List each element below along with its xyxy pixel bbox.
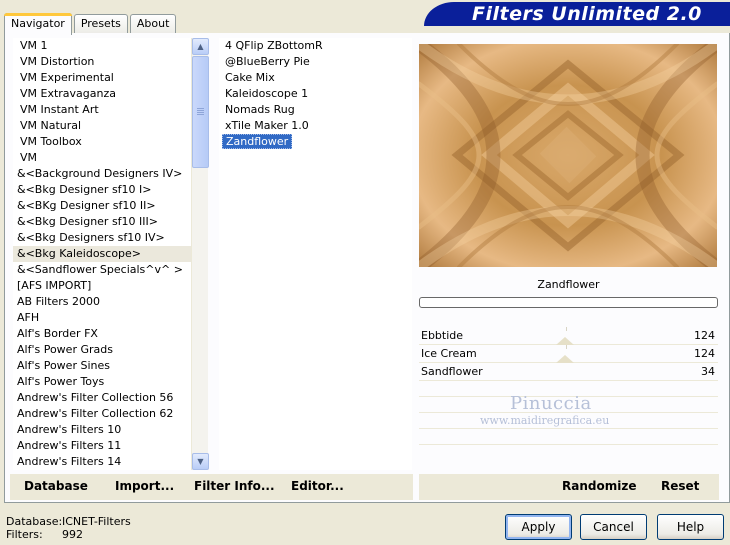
tab-bar: Navigator Presets About: [3, 12, 178, 35]
randomize-button[interactable]: Randomize: [562, 479, 636, 493]
filter-item-label: xTile Maker 1.0: [225, 119, 309, 132]
watermark-url: www.maidiregrafica.eu: [480, 414, 610, 427]
cancel-button[interactable]: Cancel: [580, 514, 647, 540]
watermark-name: Pinuccia: [510, 393, 592, 414]
tab-about[interactable]: About: [129, 14, 177, 34]
category-item[interactable]: Andrew's Filter Collection 62: [13, 406, 191, 422]
filter-item[interactable]: Cake Mix: [219, 70, 412, 86]
category-item[interactable]: &<Sandflower Specials^v^ >: [13, 262, 191, 278]
category-item[interactable]: Alf's Power Grads: [13, 342, 191, 358]
slider-ice-cream[interactable]: Ice Cream 124: [419, 345, 718, 363]
preview-image: [419, 44, 717, 267]
filter-item[interactable]: 4 QFlip ZBottomR: [219, 38, 412, 54]
category-item[interactable]: VM 1: [13, 38, 191, 54]
slider-empty: [419, 429, 718, 445]
category-item[interactable]: Alf's Border FX: [13, 326, 191, 342]
slider-label: Ebbtide: [421, 329, 464, 342]
reset-button[interactable]: Reset: [661, 479, 699, 493]
category-item[interactable]: AB Filters 2000: [13, 294, 191, 310]
database-value: ICNET-Filters: [62, 515, 131, 528]
preview-toolbar: Randomize Reset: [419, 474, 719, 500]
progress-bar: [419, 297, 718, 308]
category-scrollbar[interactable]: ▲ ▼: [191, 38, 209, 470]
category-item[interactable]: VM Natural: [13, 118, 191, 134]
filter-list[interactable]: 4 QFlip ZBottomR @BlueBerry Pie Cake Mix Ka…: [219, 38, 412, 470]
scroll-down-button[interactable]: ▼: [192, 453, 209, 470]
slider-value: 124: [694, 329, 715, 342]
slider-sandflower[interactable]: Sandflower 34: [419, 363, 718, 381]
category-item[interactable]: AFH: [13, 310, 191, 326]
tab-navigator[interactable]: Navigator: [3, 13, 72, 35]
scroll-up-button[interactable]: ▲: [192, 38, 209, 55]
preview-kaleidoscope: [419, 44, 717, 267]
tab-presets[interactable]: Presets: [73, 14, 128, 34]
filter-item[interactable]: Kaleidoscope 1: [219, 86, 412, 102]
category-item[interactable]: Alf's Power Toys: [13, 374, 191, 390]
filter-item-label: 4 QFlip ZBottomR: [225, 39, 323, 52]
slider-label: Ice Cream: [421, 347, 477, 360]
filter-item[interactable]: @BlueBerry Pie: [219, 54, 412, 70]
status-info: Database:ICNET-Filters Filters: 992: [6, 515, 131, 541]
category-item[interactable]: Alf's Power Sines: [13, 358, 191, 374]
database-label: Database:: [6, 515, 63, 528]
filter-item-label: Nomads Rug: [225, 103, 295, 116]
apply-button[interactable]: Apply: [505, 514, 572, 540]
category-item[interactable]: &<Bkg Kaleidoscope>: [13, 246, 191, 262]
category-item[interactable]: VM Extravaganza: [13, 86, 191, 102]
category-item[interactable]: VM Distortion: [13, 54, 191, 70]
slider-knob[interactable]: [556, 337, 574, 345]
filter-item-label: Cake Mix: [225, 71, 275, 84]
category-item[interactable]: VM Experimental: [13, 70, 191, 86]
slider-label: Sandflower: [421, 365, 483, 378]
scroll-thumb[interactable]: [192, 56, 209, 168]
slider-empty: [419, 445, 718, 461]
category-list[interactable]: VM 1 VM Distortion VM Experimental VM Extra…: [13, 38, 191, 470]
slider-value: 124: [694, 347, 715, 360]
category-item[interactable]: Andrew's Filters 11: [13, 438, 191, 454]
category-item[interactable]: Andrew's Filter Collection 56: [13, 390, 191, 406]
category-item[interactable]: &<Bkg Designer sf10 I>: [13, 182, 191, 198]
help-button[interactable]: Help: [657, 514, 724, 540]
filter-item[interactable]: Nomads Rug: [219, 102, 412, 118]
category-item[interactable]: VM Toolbox: [13, 134, 191, 150]
category-item[interactable]: VM Instant Art: [13, 102, 191, 118]
app-title-banner: Filters Unlimited 2.0: [424, 2, 730, 26]
category-item[interactable]: Andrew's Filters 14: [13, 454, 191, 470]
category-item[interactable]: &<Bkg Designer sf10 III>: [13, 214, 191, 230]
filters-count: 992: [62, 528, 83, 541]
category-item[interactable]: Andrew's Filters 10: [13, 422, 191, 438]
preview-filter-name: Zandflower: [537, 278, 600, 291]
filter-info-button[interactable]: Filter Info...: [194, 479, 275, 493]
category-item[interactable]: &<BKg Designer sf10 II>: [13, 198, 191, 214]
filter-item[interactable]: Zandflower: [219, 134, 412, 150]
category-item[interactable]: VM: [13, 150, 191, 166]
filter-item-label: @BlueBerry Pie: [225, 55, 310, 68]
editor-button[interactable]: Editor...: [291, 479, 344, 493]
filter-item[interactable]: xTile Maker 1.0: [219, 118, 412, 134]
category-item[interactable]: [AFS IMPORT]: [13, 278, 191, 294]
list-toolbar: Database Import... Filter Info... Editor…: [10, 474, 413, 500]
category-item[interactable]: &<Bkg Designers sf10 IV>: [13, 230, 191, 246]
filters-label: Filters:: [6, 528, 43, 541]
filter-item-label: Zandflower: [222, 134, 293, 149]
category-item[interactable]: &<Background Designers IV>: [13, 166, 191, 182]
slider-knob[interactable]: [556, 355, 574, 363]
filter-item-label: Kaleidoscope 1: [225, 87, 309, 100]
slider-ebbtide[interactable]: Ebbtide 124: [419, 327, 718, 345]
slider-value: 34: [701, 365, 715, 378]
database-button[interactable]: Database: [24, 479, 88, 493]
import-button[interactable]: Import...: [115, 479, 174, 493]
